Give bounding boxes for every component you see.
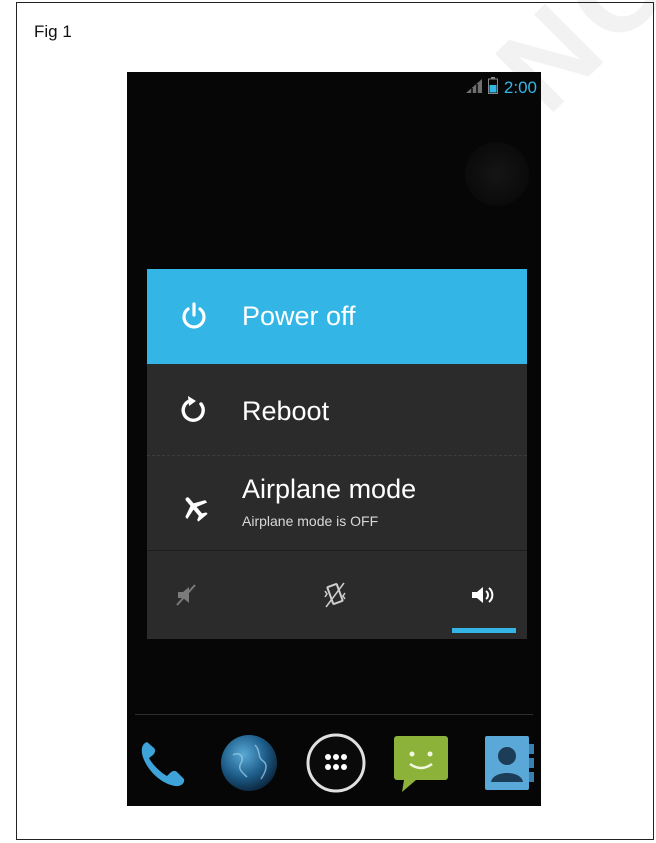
signal-icon	[465, 78, 482, 98]
dock-divider	[135, 714, 533, 715]
status-time: 2:00	[503, 78, 537, 97]
power-off-label: Power off	[242, 301, 356, 331]
phone-icon[interactable]	[131, 732, 193, 794]
app-drawer-icon[interactable]	[305, 732, 367, 794]
reboot-item[interactable]: Reboot	[147, 364, 527, 456]
airplane-mode-item[interactable]: Airplane mode Airplane mode is OFF	[147, 456, 527, 551]
dock	[127, 722, 541, 806]
background-power-button-shadow	[465, 142, 529, 206]
airplane-icon	[177, 490, 211, 524]
power-icon	[177, 299, 211, 333]
phone-screen: 2:00 Power off Reboot Airplane mode Airp…	[127, 72, 541, 806]
messaging-icon[interactable]	[390, 732, 452, 794]
sound-mode-selector	[147, 552, 527, 639]
reboot-label: Reboot	[242, 396, 330, 426]
browser-icon[interactable]	[218, 732, 280, 794]
contacts-icon[interactable]	[477, 732, 539, 794]
vibrate-icon[interactable]	[320, 580, 350, 610]
figure-label: Fig 1	[34, 22, 72, 41]
reboot-icon	[177, 393, 211, 427]
sound-on-icon[interactable]	[469, 580, 499, 610]
status-bar: 2:00	[341, 72, 541, 104]
battery-icon	[487, 77, 498, 99]
airplane-mode-status: Airplane mode is OFF	[242, 513, 379, 529]
silent-icon[interactable]	[172, 580, 202, 610]
power-menu-dialog: Power off Reboot Airplane mode Airplane …	[147, 269, 527, 639]
sound-mode-active-indicator	[452, 628, 516, 633]
airplane-mode-label: Airplane mode	[242, 474, 417, 504]
power-off-item[interactable]: Power off	[147, 269, 527, 364]
